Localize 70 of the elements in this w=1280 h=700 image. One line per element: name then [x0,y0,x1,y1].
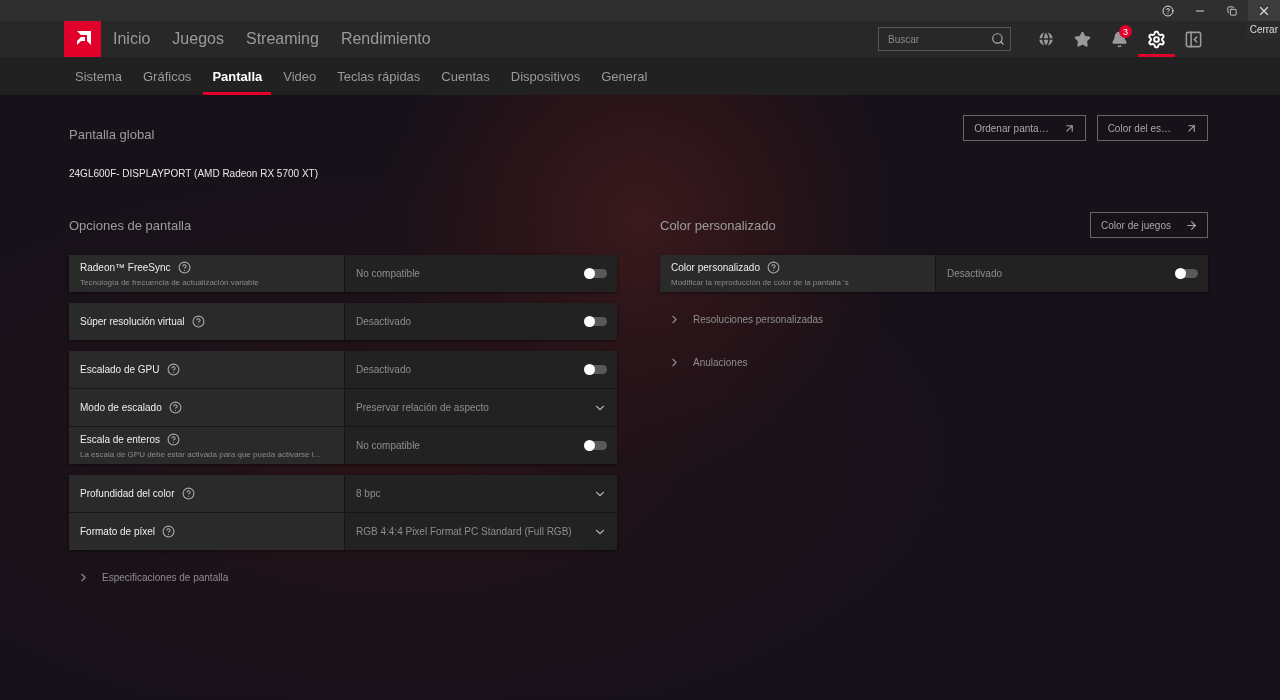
close-button[interactable] [1248,0,1280,21]
page-heading: Pantalla global [69,126,155,142]
tab[interactable]: Cuentas [432,57,499,95]
help-icon[interactable] [168,401,182,414]
tab[interactable]: Dispositivos [501,57,590,95]
setting-label: Súper resolución virtual [80,316,185,327]
tab[interactable]: Video [274,57,326,95]
setting-label: Color personalizado [671,261,760,273]
restore-icon [1227,5,1237,16]
star-icon [1074,30,1091,48]
nav-link[interactable]: Juegos [172,30,224,48]
tab[interactable]: General [592,57,657,95]
setting-description: Modificar la reproducción de color de la pantalla 's [671,277,850,287]
setting-value: No compatible [356,440,420,451]
setting-value: 8 bpc [356,488,381,499]
notification-badge: 3 [1119,25,1132,38]
help-icon[interactable] [191,315,205,328]
help-icon[interactable] [166,363,180,376]
toggle-switch[interactable] [585,365,607,374]
tab[interactable]: Teclas rápidas [328,57,430,95]
help-icon[interactable] [162,525,176,538]
game-color-button[interactable]: Color de juegos [1089,212,1208,238]
setting-value: RGB 4:4:4 Pixel Format PC Standard (Full RGB) [356,526,572,537]
search-icon [991,32,1005,46]
setting-value: Desactivado [356,316,412,327]
nav-link[interactable]: Streaming [245,30,319,48]
setting-value: Desactivado [356,364,412,375]
display-name: 24GL600F- DISPLAYPORT (AMD Radeon RX 5700 XT) [69,168,319,179]
help-icon[interactable] [766,260,780,274]
nav-link[interactable]: Inicio [113,30,151,48]
dropdown-field[interactable]: 8 bpc [345,475,617,512]
dropdown-field[interactable]: Preservar relación de aspecto [345,389,617,426]
link-button[interactable]: Ordenar panta… [963,115,1086,141]
section-heading: Opciones de pantalla [69,217,192,233]
panel-icon [1184,29,1203,49]
section-heading: Color personalizado [660,217,776,233]
toggle-switch[interactable] [585,317,607,326]
setting-description: Tecnología de frecuencia de actualización variable [80,277,260,287]
setting-label: Radeon™ FreeSync [80,261,171,273]
link-button[interactable]: Color del es… [1096,115,1208,141]
bell-button[interactable]: 3 [1101,21,1138,57]
expander-button[interactable]: Resoluciones personalizadas [660,309,824,329]
tab[interactable]: Gráficos [133,57,201,95]
setting-label: Formato de píxel [80,526,156,537]
tab[interactable]: Sistema [66,57,131,95]
search-field[interactable]: Buscar [878,27,1011,51]
toggle-switch[interactable] [585,269,607,278]
globe-icon [1036,30,1055,48]
arrow-icon [1185,218,1198,232]
help-icon[interactable] [167,432,181,446]
setting-value: No compatible [356,268,420,279]
setting-description: La escala de GPU debe estar activada para que pueda activarse l... [80,449,322,459]
toggle-switch[interactable] [1176,269,1198,278]
expander-button[interactable]: Especificaciones de pantalla [69,567,229,587]
toggle-switch[interactable] [585,441,607,450]
setting-value: Desactivado [947,268,1003,279]
setting-label: Modo de escalado [80,402,162,413]
setting-label: Profundidad del color [80,488,175,499]
setting-value: Preservar relación de aspecto [356,402,489,413]
setting-label: Escala de enteros [80,433,161,445]
help-icon[interactable] [181,487,195,500]
dropdown-field[interactable]: RGB 4:4:4 Pixel Format PC Standard (Full RGB) [345,513,617,550]
setting-label: Escalado de GPU [80,364,160,375]
logo-icon[interactable] [64,21,101,57]
nav-link[interactable]: Rendimiento [340,30,431,48]
settings-icon [1147,29,1166,49]
help-icon[interactable] [177,260,191,274]
expander-button[interactable]: Anulaciones [660,352,748,372]
tab[interactable]: Pantalla [203,57,272,95]
help-icon [1162,4,1174,17]
